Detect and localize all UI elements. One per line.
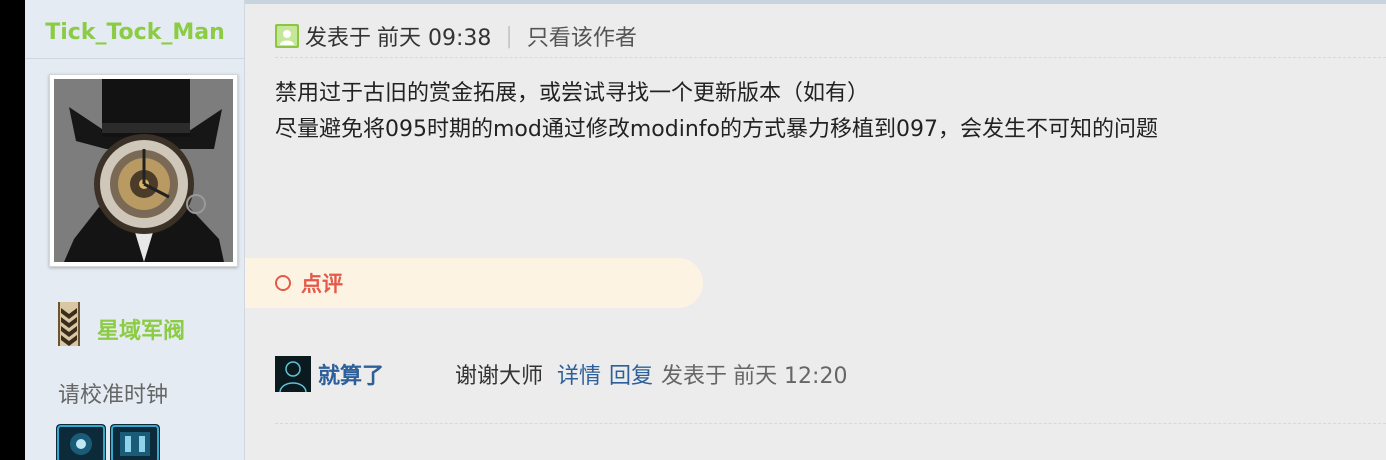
post-header: 发表于 前天 09:38 | 只看该作者 — [275, 20, 637, 52]
posted-time: 前天 09:38 — [377, 26, 492, 51]
comment-section-header: 点评 — [245, 258, 703, 308]
rank-title: 星域军阀 — [97, 319, 186, 344]
custom-status: 请校准时钟 — [58, 383, 169, 408]
rank-chevron-icon — [58, 302, 80, 346]
comment-text: 谢谢大师 — [455, 364, 544, 389]
posted-label: 发表于 — [305, 26, 372, 51]
comment-reply-link[interactable]: 回复 — [609, 358, 653, 390]
sidebar-divider — [25, 58, 245, 59]
comment-divider — [275, 423, 1386, 424]
medal-icon[interactable] — [56, 424, 106, 460]
online-user-icon — [275, 24, 299, 48]
comment-posted-label: 发表于 — [661, 364, 728, 389]
comment-details-link[interactable]: 详情 — [557, 358, 601, 390]
header-separator: | — [505, 23, 513, 49]
post-top-rule — [245, 0, 1386, 4]
top-hat-clock-avatar-image — [54, 79, 233, 262]
medal-icon[interactable] — [110, 424, 160, 460]
post-line: 禁用过于古旧的赏金拓展，或尝试寻找一个更新版本（如有） — [275, 81, 870, 106]
comment-posted-time: 前天 12:20 — [733, 364, 848, 389]
post-line: 尽量避免将095时期的mod通过修改modinfo的方式暴力移植到097，会发生… — [275, 117, 1158, 142]
header-divider — [275, 57, 1386, 58]
window-left-edge — [0, 0, 25, 460]
author-username[interactable]: Tick_Tock_Man — [25, 20, 245, 45]
author-sidebar: Tick_Tock_Man 星域军阀 请校准时钟 — [25, 0, 245, 460]
author-avatar[interactable] — [49, 74, 238, 267]
view-author-only-link[interactable]: 只看该作者 — [527, 20, 637, 52]
commenter-avatar[interactable] — [275, 356, 311, 392]
comment-circle-icon — [275, 275, 291, 291]
post-content: 禁用过于古旧的赏金拓展，或尝试寻找一个更新版本（如有） 尽量避免将095时期的m… — [275, 76, 1158, 148]
commenter-name[interactable]: 就算了 — [318, 358, 455, 390]
comment-row: 就算了 谢谢大师 详情 回复 发表于 前天 12:20 — [275, 355, 847, 393]
comment-section-label: 点评 — [301, 272, 343, 296]
